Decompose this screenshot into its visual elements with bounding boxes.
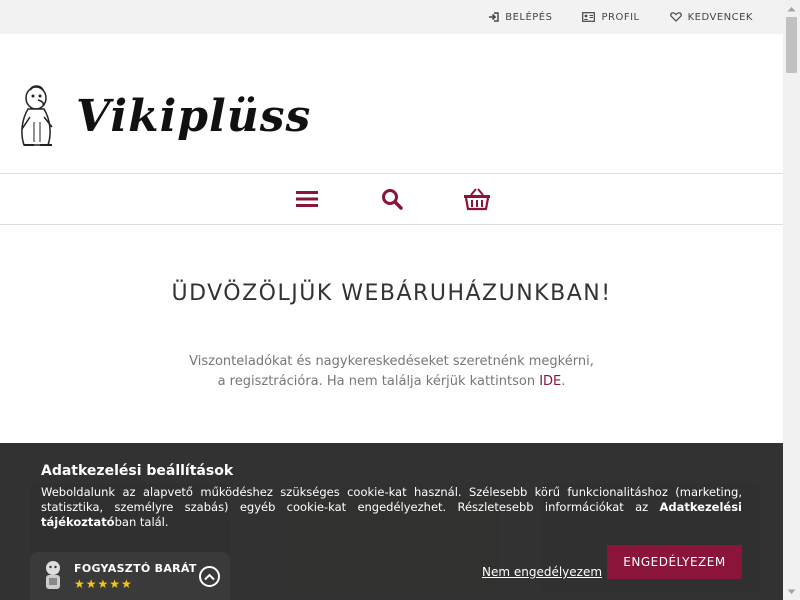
cookie-text: Weboldalunk az alapvető működéshez szüks… bbox=[41, 485, 742, 530]
welcome-line-1: Viszonteladókat és nagykereskedéseket sz… bbox=[189, 354, 594, 369]
login-link[interactable]: BELÉPÉS bbox=[488, 12, 552, 23]
heart-icon bbox=[669, 12, 682, 22]
login-label: BELÉPÉS bbox=[505, 11, 553, 23]
welcome-text: Viszonteladókat és nagykereskedéseket sz… bbox=[0, 352, 783, 392]
welcome-line-2: a regisztrációra. Ha nem találja kérjük … bbox=[217, 374, 540, 389]
menu-icon bbox=[295, 191, 318, 207]
profile-link[interactable]: PROFIL bbox=[582, 12, 639, 23]
badge-title: FOGYASZTÓ BARÁT bbox=[74, 561, 197, 575]
welcome-title: ÜDVÖZÖLJÜK WEBÁRUHÁZUNKBAN! bbox=[171, 281, 612, 306]
main-nav bbox=[0, 174, 783, 225]
consumer-friend-badge[interactable]: FOGYASZTÓ BARÁT ★★★★★ bbox=[30, 552, 230, 600]
search-button[interactable] bbox=[349, 188, 434, 210]
decline-cookies-link[interactable]: Nem engedélyezem bbox=[482, 565, 602, 579]
search-icon bbox=[381, 189, 403, 210]
favorites-link[interactable]: KEDVENCEK bbox=[669, 11, 753, 23]
welcome-section: ÜDVÖZÖLJÜK WEBÁRUHÁZUNKBAN! Viszonteladó… bbox=[0, 281, 783, 392]
page-content: BELÉPÉS PROFIL KEDVENCEK Vikiplüss ÜDVÖZ… bbox=[0, 0, 783, 600]
logo-mascot-icon bbox=[21, 85, 53, 146]
cookie-text-main: Weboldalunk az alapvető működéshez szüks… bbox=[41, 485, 742, 514]
profile-card-icon bbox=[582, 12, 596, 22]
page: BELÉPÉS PROFIL KEDVENCEK Vikiplüss ÜDVÖZ… bbox=[0, 0, 800, 600]
site-header: Vikiplüss bbox=[0, 34, 783, 174]
welcome-line-2-end: . bbox=[561, 374, 566, 389]
cookie-title: Adatkezelési beállítások bbox=[41, 463, 234, 479]
menu-button[interactable] bbox=[264, 190, 349, 208]
basket-icon bbox=[463, 188, 490, 211]
profile-label: PROFIL bbox=[601, 11, 640, 23]
chevron-up-icon[interactable] bbox=[199, 566, 220, 587]
vertical-scrollbar[interactable] bbox=[783, 0, 800, 600]
register-link[interactable]: IDE bbox=[539, 374, 561, 389]
badge-stars: ★★★★★ bbox=[74, 576, 133, 591]
favorites-label: KEDVENCEK bbox=[687, 11, 753, 23]
logo-text: Vikiplüss bbox=[76, 90, 312, 142]
top-bar: BELÉPÉS PROFIL KEDVENCEK bbox=[0, 0, 783, 34]
scroll-down-arrow-icon[interactable] bbox=[783, 583, 800, 600]
site-logo[interactable]: Vikiplüss bbox=[16, 82, 311, 150]
cookie-text-end: ban talál. bbox=[114, 515, 169, 529]
badge-mascot-icon bbox=[40, 558, 66, 594]
accept-cookies-button[interactable]: ENGEDÉLYEZEM bbox=[607, 545, 742, 579]
login-icon bbox=[489, 12, 499, 22]
scroll-up-arrow-icon[interactable] bbox=[783, 0, 800, 17]
scrollbar-thumb[interactable] bbox=[786, 17, 797, 73]
basket-button[interactable] bbox=[434, 187, 519, 211]
